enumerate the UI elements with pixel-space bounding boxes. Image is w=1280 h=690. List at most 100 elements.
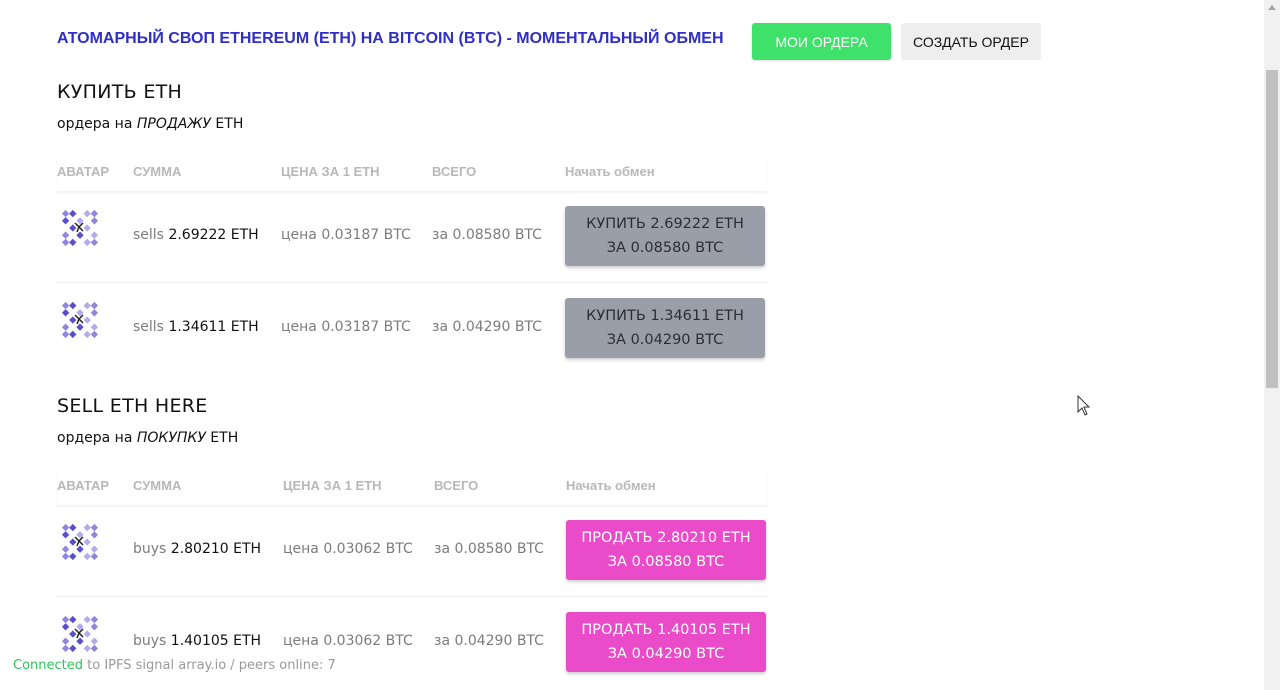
- vertical-scrollbar[interactable]: [1264, 0, 1280, 690]
- price-cell: цена 0.03187 BTC: [281, 227, 411, 243]
- identicon-cell: [83, 644, 91, 652]
- identicon-cell: [83, 238, 91, 246]
- identicon-cell: [69, 209, 77, 218]
- identicon-cell: [90, 545, 98, 553]
- table-row: sells 1.34611 ETH цена 0.03187 BTC за 0.…: [57, 283, 767, 374]
- connected-label: Connected: [13, 658, 84, 673]
- subtitle-prefix: ордера на: [57, 116, 137, 132]
- price-cell: цена 0.03062 BTC: [283, 633, 413, 649]
- identicon-cell: [69, 552, 77, 560]
- identicon-cell: [69, 538, 77, 546]
- buy-eth-button[interactable]: КУПИТЬ 2.69222 ETH ЗА 0.08580 BTC: [565, 206, 765, 266]
- amount-cell: buys 1.40105 ETH: [133, 633, 261, 649]
- scrollbar-thumb[interactable]: [1266, 70, 1278, 388]
- column-start: Начать обмен: [566, 478, 656, 493]
- amount-cell: sells 2.69222 ETH: [133, 227, 259, 243]
- identicon-cell: [90, 330, 98, 338]
- identicon-cell: [90, 523, 98, 532]
- mouse-pointer-icon: [1077, 395, 1091, 416]
- identicon-cell: [83, 330, 91, 338]
- table-row: buys 1.40105 ETH цена 0.03062 BTC за 0.0…: [57, 597, 767, 688]
- identicon-cell: [69, 630, 77, 638]
- subtitle-suffix: ETH: [205, 430, 239, 446]
- identicon-cell: [69, 644, 77, 652]
- identicon-cell: [61, 238, 70, 246]
- identicon-cell: [61, 231, 70, 239]
- total-cell: за 0.04290 BTC: [432, 319, 542, 335]
- identicon-cell: [83, 224, 91, 232]
- identicon-cell: [61, 531, 70, 539]
- column-avatar: АВАТАР: [57, 478, 110, 493]
- column-start: Начать обмен: [565, 164, 655, 179]
- sell-section-subtitle: ордера на ПОКУПКУ ETH: [57, 430, 238, 446]
- identicon-cell: [69, 224, 77, 232]
- identicon-cell: [61, 209, 70, 218]
- identicon-cell: [83, 615, 91, 624]
- sell-section-heading: SELL ETH HERE: [57, 395, 208, 417]
- identicon-cell: [90, 217, 98, 225]
- identicon-cell: [90, 637, 98, 645]
- page-title: АТОМАРНЫЙ СВОП ETHEREUM (ETH) НА BITCOIN…: [57, 30, 724, 47]
- total-cell: за 0.04290 BTC: [434, 633, 544, 649]
- identicon-cell: [90, 644, 98, 652]
- subtitle-prefix: ордера на: [57, 430, 137, 446]
- order-amount: 2.69222 ETH: [168, 227, 259, 243]
- identicon-cell: [83, 301, 91, 310]
- identicon-cell: [90, 531, 98, 539]
- sell-eth-button[interactable]: ПРОДАТЬ 2.80210 ETH ЗА 0.08580 BTC: [566, 520, 766, 580]
- identicon-cell: [69, 238, 77, 246]
- order-amount: 1.40105 ETH: [170, 633, 262, 649]
- buy-eth-button[interactable]: КУПИТЬ 1.34611 ETH ЗА 0.04290 BTC: [565, 298, 765, 358]
- button-line-1: ПРОДАТЬ 1.40105 ETH: [581, 622, 751, 638]
- table-row: buys 2.80210 ETH цена 0.03062 BTC за 0.0…: [57, 505, 767, 597]
- sell-orders-table: АВАТАР СУММА ЦЕНА ЗА 1 ETH ВСЕГО Начать …: [57, 155, 767, 374]
- identicon-cell: [83, 552, 91, 560]
- identicon-cell: [61, 523, 70, 532]
- amount-cell: buys 2.80210 ETH: [133, 541, 261, 557]
- scroll-up-arrow-icon[interactable]: [1264, 0, 1280, 16]
- buy-section-subtitle: ордера на ПРОДАЖУ ETH: [57, 116, 243, 132]
- identicon-cell: [61, 552, 70, 560]
- my-orders-button[interactable]: МОИ ОРДЕРА: [752, 23, 891, 60]
- identicon-cell: [83, 630, 91, 638]
- identicon-center: [74, 628, 84, 639]
- button-line-2: ЗА 0.04290 BTC: [606, 332, 724, 348]
- identicon-center: [74, 222, 84, 233]
- identicon-cell: [90, 309, 98, 317]
- order-side: sells: [133, 227, 164, 243]
- button-line-1: ПРОДАТЬ 2.80210 ETH: [581, 530, 751, 546]
- identicon-cell: [61, 623, 70, 631]
- identicon-cell: [69, 301, 77, 310]
- buy-orders-table: АВАТАР СУММА ЦЕНА ЗА 1 ETH ВСЕГО Начать …: [57, 469, 767, 688]
- order-side: sells: [133, 319, 164, 335]
- order-amount: 2.80210 ETH: [170, 541, 262, 557]
- button-line-2: ЗА 0.08580 BTC: [607, 554, 725, 570]
- identicon-cell: [76, 545, 84, 553]
- identicon-cell: [61, 637, 70, 645]
- create-order-button[interactable]: СОЗДАТЬ ОРДЕР: [901, 23, 1041, 60]
- identicon-cell: [76, 323, 84, 331]
- table-row: sells 2.69222 ETH цена 0.03187 BTC за 0.…: [57, 191, 767, 283]
- identicon-cell: [90, 301, 98, 310]
- column-avatar: АВАТАР: [57, 164, 110, 179]
- amount-cell: sells 1.34611 ETH: [133, 319, 259, 335]
- identicon-cell: [90, 238, 98, 246]
- price-cell: цена 0.03187 BTC: [281, 319, 411, 335]
- identicon-avatar: [61, 209, 98, 246]
- order-side: buys: [133, 541, 167, 557]
- button-line-2: ЗА 0.08580 BTC: [606, 240, 724, 256]
- total-cell: за 0.08580 BTC: [432, 227, 542, 243]
- sell-eth-button[interactable]: ПРОДАТЬ 1.40105 ETH ЗА 0.04290 BTC: [566, 612, 766, 672]
- identicon-cell: [69, 523, 77, 532]
- subtitle-emphasis: ПРОДАЖУ: [136, 116, 211, 132]
- subtitle-emphasis: ПОКУПКУ: [136, 430, 206, 446]
- page: АТОМАРНЫЙ СВОП ETHEREUM (ETH) НА BITCOIN…: [0, 0, 1264, 690]
- identicon-center: [74, 536, 84, 547]
- identicon-cell: [61, 615, 70, 624]
- identicon-cell: [90, 552, 98, 560]
- total-cell: за 0.08580 BTC: [434, 541, 544, 557]
- identicon-avatar: [61, 615, 98, 652]
- identicon-cell: [83, 523, 91, 532]
- table-header: АВАТАР СУММА ЦЕНА ЗА 1 ETH ВСЕГО Начать …: [57, 469, 767, 505]
- identicon-cell: [90, 623, 98, 631]
